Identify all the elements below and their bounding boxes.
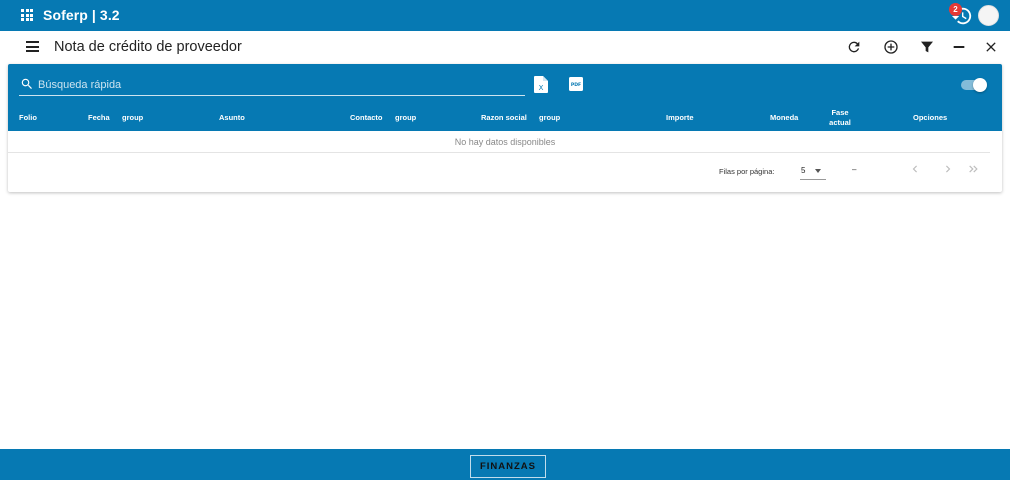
view-toggle-switch[interactable]: [961, 78, 987, 92]
column-header-folio[interactable]: Folio: [19, 113, 37, 123]
refresh-icon[interactable]: [846, 39, 862, 55]
apps-grid-icon[interactable]: [21, 9, 33, 21]
bottom-bar: FINANZAS: [0, 449, 1010, 480]
filter-icon[interactable]: [919, 39, 935, 55]
notification-badge: 2: [949, 3, 962, 16]
column-header-razon-social[interactable]: Razon social: [481, 113, 527, 123]
column-header-group[interactable]: group: [395, 113, 416, 123]
excel-icon-letter: X: [539, 84, 544, 92]
next-page-icon[interactable]: [941, 162, 955, 176]
last-page-icon[interactable]: [966, 162, 980, 176]
rows-per-page-label: Filas por página:: [719, 167, 775, 176]
search-icon: [21, 78, 32, 89]
column-header-contacto[interactable]: Contacto: [350, 113, 383, 123]
page-title: Nota de crédito de proveedor: [54, 39, 242, 55]
column-header-importe[interactable]: Importe: [666, 113, 694, 123]
column-header-moneda[interactable]: Moneda: [770, 113, 798, 123]
column-header-opciones[interactable]: Opciones: [913, 113, 947, 123]
rows-per-page-value: 5: [801, 166, 806, 175]
column-header-fase-actual[interactable]: Fase actual: [820, 108, 860, 128]
data-table-card: X PDF Folio Fecha group Asunto Contacto …: [8, 64, 1002, 192]
column-header-fecha[interactable]: Fecha: [88, 113, 110, 123]
table-pagination: Filas por página: 5 –: [8, 153, 1002, 192]
column-header-fase-line: Fase: [831, 108, 849, 117]
column-header-asunto[interactable]: Asunto: [219, 113, 245, 123]
add-circle-icon[interactable]: [883, 39, 899, 55]
page-header: Nota de crédito de proveedor: [0, 31, 1010, 63]
page-range-text: –: [852, 165, 857, 174]
pdf-export-icon[interactable]: PDF: [569, 77, 583, 91]
finanzas-button[interactable]: FINANZAS: [470, 455, 546, 478]
user-avatar[interactable]: [978, 5, 999, 26]
app-title: Soferp | 3.2: [43, 7, 120, 23]
column-header-group[interactable]: group: [539, 113, 560, 123]
top-app-bar: Soferp | 3.2 2: [0, 0, 1010, 31]
column-header-group[interactable]: group: [122, 113, 143, 123]
table-toolbar: X PDF Folio Fecha group Asunto Contacto …: [8, 64, 1002, 131]
search-field: [19, 76, 525, 96]
column-header-actual-line: actual: [829, 118, 851, 127]
search-input[interactable]: [38, 76, 518, 94]
close-icon[interactable]: [983, 39, 999, 55]
rows-per-page-select[interactable]: 5: [800, 161, 826, 180]
toggle-thumb: [973, 78, 987, 92]
minimize-icon[interactable]: [951, 39, 967, 55]
chevron-down-icon: [815, 169, 821, 173]
empty-message: No hay datos disponibles: [454, 137, 556, 147]
previous-page-icon[interactable]: [908, 162, 922, 176]
menu-icon[interactable]: [26, 41, 39, 52]
pdf-icon-label: PDF: [571, 82, 581, 88]
excel-export-icon[interactable]: X: [534, 76, 548, 93]
